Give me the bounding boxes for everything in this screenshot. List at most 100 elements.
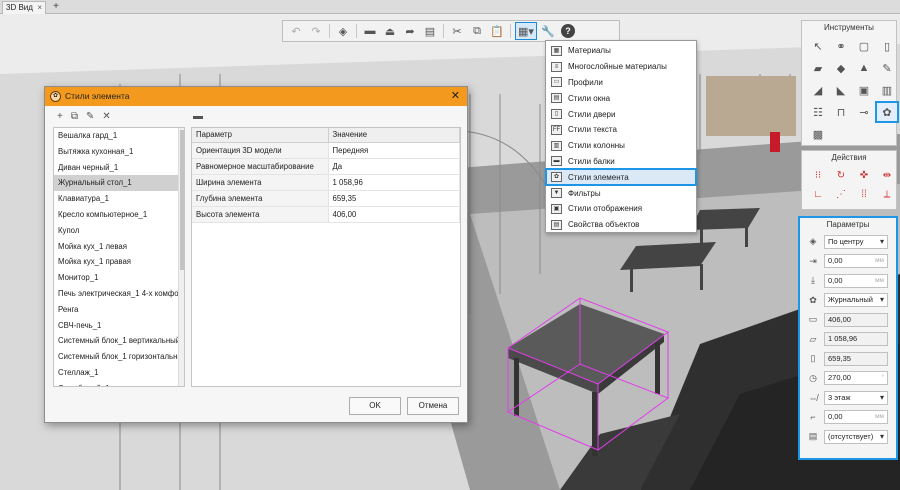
width-field[interactable]: 406,00	[824, 312, 888, 327]
list-item[interactable]: Печь электрическая_1 4-х комфорочная	[54, 286, 184, 302]
elevation-field[interactable]: 0,00 мм	[824, 410, 888, 425]
table-row[interactable]: Высота элемента 406,00	[192, 206, 460, 223]
list-item[interactable]: Купол	[54, 223, 184, 239]
offset-y-field[interactable]: 0,00 мм	[824, 273, 888, 288]
add-tab-icon[interactable]: +	[50, 1, 62, 13]
list-item[interactable]: Вешалка гард_1	[54, 128, 184, 144]
select-cursor-icon[interactable]: ↖	[808, 37, 828, 55]
list-item[interactable]: Стеллаж_1	[54, 365, 184, 381]
table-row[interactable]: Глубина элемента 659,35	[192, 190, 460, 207]
edit-icon[interactable]: ✎	[86, 111, 94, 122]
beam-icon[interactable]: ◢	[808, 81, 828, 99]
menu-item[interactable]: ▤ Стили окна	[546, 90, 696, 106]
help-icon[interactable]: ?	[561, 24, 575, 38]
param-value[interactable]: Да	[328, 158, 460, 175]
param-value[interactable]: 1 058,96	[328, 174, 460, 191]
list-item[interactable]: Журнальный стол_1	[54, 175, 184, 192]
railing-icon[interactable]: ☷	[808, 103, 828, 121]
window-icon[interactable]: ▥	[877, 81, 897, 99]
param-value[interactable]: 659,35	[328, 190, 460, 207]
scrollbar-thumb[interactable]	[180, 130, 184, 270]
menu-item[interactable]: ▭ Профили	[546, 75, 696, 91]
copy-move-icon[interactable]: ✜	[854, 167, 874, 183]
list-item[interactable]: Системный блок_1 вертикальный	[54, 333, 184, 349]
menu-item[interactable]: ▼ Фильтры	[546, 185, 696, 201]
list-item[interactable]: Кресло компьютерное_1	[54, 207, 184, 223]
list-item[interactable]: Ренга	[54, 302, 184, 318]
export-icon[interactable]: ➦	[401, 22, 419, 40]
list-item[interactable]: Монитор_1	[54, 270, 184, 286]
cut-icon[interactable]: ✂	[448, 22, 466, 40]
close-icon[interactable]: ✕	[451, 87, 460, 106]
rotate-icon[interactable]: ↻	[831, 167, 851, 183]
length-field[interactable]: 1 058,96	[824, 332, 888, 347]
menu-item[interactable]: ▥ Стили колонны	[546, 138, 696, 154]
table-row[interactable]: Ориентация 3D модели Передняя	[192, 142, 460, 159]
delete-icon[interactable]: ✕	[102, 111, 110, 122]
list-item[interactable]: Системный блок_1 горизонтальный	[54, 349, 184, 365]
layer-select[interactable]: (отсутствует)	[824, 429, 888, 444]
list-item[interactable]: Диван черный_1	[54, 160, 184, 176]
room-icon[interactable]: ▩	[808, 125, 828, 143]
list-item[interactable]: Мойка кух_1 левая	[54, 239, 184, 255]
angle-field[interactable]: 270,00 °	[824, 371, 888, 386]
floor-select[interactable]: 3 этаж	[824, 390, 888, 405]
duplicate-icon[interactable]: ⧉	[71, 111, 78, 122]
dialog-title-bar[interactable]: ✿ Стили элемента ✕	[45, 87, 467, 106]
ramp-icon[interactable]: ◣	[831, 81, 851, 99]
3d-cube-icon[interactable]: ◈	[334, 22, 352, 40]
menu-item[interactable]: ▦ Материалы	[546, 43, 696, 59]
styles-menu-button[interactable]: ▦▾	[515, 22, 537, 40]
rectangle-icon[interactable]: ▢	[854, 37, 874, 55]
angle-icon[interactable]: ∟	[808, 186, 828, 202]
menu-item[interactable]: ≡ Многослойные материалы	[546, 59, 696, 75]
add-icon[interactable]: +	[57, 111, 63, 122]
redo-icon[interactable]: ↷	[307, 22, 325, 40]
anchor-select[interactable]: По центру	[824, 234, 888, 249]
menu-item[interactable]: FF Стили текста	[546, 122, 696, 138]
menu-item[interactable]: ▯ Стили двери	[546, 106, 696, 122]
scale-icon[interactable]: ⋰	[831, 186, 851, 202]
element-tool-icon[interactable]: ✿	[875, 101, 899, 123]
table-row[interactable]: Равномерное масштабирование Да	[192, 158, 460, 175]
list-scrollbar[interactable]	[178, 128, 184, 386]
pencil-icon[interactable]: ✎	[877, 59, 897, 77]
undo-icon[interactable]: ↶	[287, 22, 305, 40]
mirror-icon[interactable]: ⇹	[877, 167, 897, 183]
array-icon[interactable]: ⁞⁞	[854, 186, 874, 202]
folder-icon[interactable]: ▬	[361, 22, 379, 40]
save-icon[interactable]: ⏏	[381, 22, 399, 40]
tab-3d-view[interactable]: 3D Вид ×	[2, 1, 46, 14]
param-value[interactable]: Передняя	[328, 142, 460, 159]
wrench-icon[interactable]: 🔧	[539, 22, 557, 40]
move-icon[interactable]: ⁝⁝	[808, 167, 828, 183]
menu-item[interactable]: ▤ Свойства объектов	[546, 217, 696, 233]
link-icon[interactable]: ⚭	[831, 37, 851, 55]
roof-icon[interactable]: ▲	[854, 59, 874, 77]
column-icon[interactable]: ▯	[877, 37, 897, 55]
cancel-button[interactable]: Отмена	[407, 397, 459, 415]
menu-item[interactable]: ▣ Стили отображения	[546, 201, 696, 217]
list-item[interactable]: Вытяжка кухонная_1	[54, 144, 184, 160]
measure-icon[interactable]: ⟂	[877, 186, 897, 202]
list-item[interactable]: Стол белый_1	[54, 381, 184, 386]
menu-item[interactable]: ▬ Стили балки	[546, 154, 696, 170]
wall-icon[interactable]: ▰	[808, 59, 828, 77]
folder-icon[interactable]: ▬	[193, 111, 203, 122]
ok-button[interactable]: OK	[349, 397, 401, 415]
copy-icon[interactable]: ⧉	[468, 22, 486, 40]
slab-icon[interactable]: ◆	[831, 59, 851, 77]
menu-item[interactable]: ✿ Стили элемента	[545, 168, 697, 187]
paste-icon[interactable]: 📋	[488, 22, 506, 40]
param-value[interactable]: 406,00	[328, 206, 460, 223]
box-icon[interactable]: ▣	[854, 81, 874, 99]
print-icon[interactable]: ▤	[421, 22, 439, 40]
tab-close-icon[interactable]: ×	[37, 2, 42, 14]
style-select[interactable]: Журнальный	[824, 293, 888, 308]
offset-x-field[interactable]: 0,00 мм	[824, 254, 888, 269]
list-item[interactable]: СВЧ-печь_1	[54, 318, 184, 334]
table-row[interactable]: Ширина элемента 1 058,96	[192, 174, 460, 191]
stair-icon[interactable]: ⊓	[831, 103, 851, 121]
pipe-icon[interactable]: ⊸	[854, 103, 874, 121]
list-item[interactable]: Мойка кух_1 правая	[54, 254, 184, 270]
